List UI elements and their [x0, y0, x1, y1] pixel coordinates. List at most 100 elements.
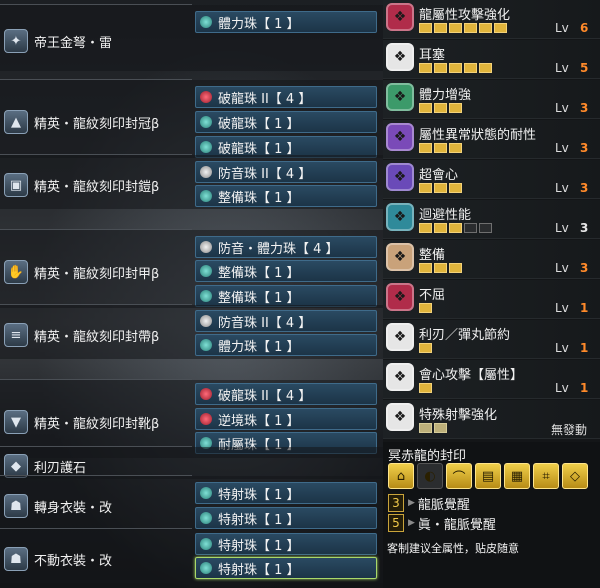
- level-pip: [434, 183, 447, 193]
- skill-name: 迴避性能: [419, 208, 472, 223]
- jewel-icon: [200, 116, 212, 128]
- decoration-slot[interactable]: 整備珠【 1 】: [195, 285, 377, 307]
- jewel-icon: [200, 388, 212, 400]
- row-divider: [0, 475, 192, 476]
- set-pieces: ⌂ ◐ ⌒ ▤ ▦ ⌗ ◇: [388, 463, 591, 489]
- skill-row[interactable]: ❖ 不屈 Lv 1: [383, 280, 600, 319]
- level-pip: [449, 263, 462, 273]
- equipment-item[interactable]: ▼ 精英・龍紋刻印封靴β: [4, 409, 159, 435]
- level-pip: [419, 303, 432, 313]
- level-pip: [464, 223, 477, 233]
- equipment-item[interactable]: ▣ 精英・龍紋刻印封鎧β: [4, 172, 159, 198]
- waist-icon: ≡: [4, 323, 28, 347]
- equipment-item[interactable]: ✋ 精英・龍紋刻印封甲β: [4, 259, 159, 285]
- skill-icon: ❖: [386, 403, 414, 431]
- decoration-slot[interactable]: 特射珠【 1 】: [195, 482, 377, 504]
- skill-row[interactable]: ❖ 特殊射擊強化 無發動: [383, 400, 600, 439]
- skill-level-value: 1: [580, 341, 589, 355]
- decoration-slot[interactable]: 破龍珠【 1 】: [195, 111, 377, 133]
- decoration-slot[interactable]: 整備珠【 1 】: [195, 260, 377, 282]
- set-piece-icon: ◇: [562, 463, 588, 489]
- equipment-name: 帝王金弩・雷: [34, 35, 113, 51]
- equipment-name: 利刃護石: [34, 460, 87, 476]
- set-bonus-count: 5: [388, 514, 404, 532]
- decoration-slot[interactable]: 特射珠【 1 】: [195, 507, 377, 529]
- level-pip: [464, 63, 477, 73]
- level-pip: [434, 103, 447, 113]
- decoration-label: 防音・體力珠【 4 】: [218, 241, 339, 257]
- decoration-slot[interactable]: 體力珠【 1 】: [195, 334, 377, 356]
- set-piece-icon: ⌂: [388, 463, 414, 489]
- skill-name: 龍屬性攻擊強化: [419, 8, 511, 23]
- equipment-item[interactable]: ✦ 帝王金弩・雷: [4, 28, 112, 54]
- skill-row[interactable]: ❖ 超會心 Lv 3: [383, 160, 600, 199]
- decoration-slot[interactable]: 防音珠 II【 4 】: [195, 161, 377, 183]
- skill-icon: ❖: [386, 203, 414, 231]
- level-pip: [419, 383, 432, 393]
- jewel-icon: [200, 315, 212, 327]
- skill-name: 超會心: [419, 168, 459, 183]
- skill-row[interactable]: ❖ 整備 Lv 3: [383, 240, 600, 279]
- decoration-slot[interactable]: 防音珠 II【 4 】: [195, 310, 377, 332]
- skill-level-pips: [419, 383, 434, 393]
- level-pip: [479, 223, 492, 233]
- jewel-icon: [200, 91, 212, 103]
- skill-name: 屬性異常狀態的耐性: [419, 128, 537, 143]
- equipment-item[interactable]: ☗ 不動衣裝・改: [4, 546, 112, 572]
- decoration-label: 體力珠【 1 】: [218, 16, 300, 32]
- skill-level-value: 3: [580, 221, 589, 235]
- skill-icon: ❖: [386, 163, 414, 191]
- skill-row[interactable]: ❖ 屬性異常狀態的耐性 Lv 3: [383, 120, 600, 159]
- level-pip: [479, 23, 492, 33]
- equipment-item[interactable]: ≡ 精英・龍紋刻印封帶β: [4, 322, 159, 348]
- legs-icon: ▼: [4, 410, 28, 434]
- level-pip: [464, 23, 477, 33]
- skill-level-pips: [419, 343, 434, 353]
- skill-level-pips: [419, 303, 434, 313]
- decoration-label: 特射珠【 1 】: [218, 512, 300, 528]
- equipment-item[interactable]: ▲ 精英・龍紋刻印封冠β: [4, 109, 159, 135]
- decoration-slot[interactable]: 防音・體力珠【 4 】: [195, 236, 377, 258]
- level-pip: [419, 343, 432, 353]
- decoration-slot[interactable]: 破龍珠 II【 4 】: [195, 86, 377, 108]
- skill-icon: ❖: [386, 83, 414, 111]
- level-pip: [449, 63, 462, 73]
- decoration-slot[interactable]: 體力珠【 1 】: [195, 11, 377, 33]
- row-divider: [0, 4, 192, 5]
- equipment-name: 精英・龍紋刻印封甲β: [34, 266, 160, 282]
- decoration-slot[interactable]: 破龍珠 II【 4 】: [195, 383, 377, 405]
- row-divider: [0, 528, 192, 529]
- arrow-icon: ▶: [408, 498, 415, 508]
- decoration-label: 破龍珠【 1 】: [218, 141, 300, 157]
- decoration-slot[interactable]: 逆境珠【 1 】: [195, 408, 377, 430]
- decoration-slot-selected[interactable]: 特射珠【 1 】: [195, 557, 377, 579]
- weapon-icon: ✦: [4, 29, 28, 53]
- arrow-icon: ▶: [408, 518, 415, 528]
- skill-row[interactable]: ❖ 會心攻擊【屬性】 Lv 1: [383, 360, 600, 399]
- skill-level-value: 1: [580, 301, 589, 315]
- level-pip: [434, 223, 447, 233]
- skill-row[interactable]: ❖ 利刃／彈丸節約 Lv 1: [383, 320, 600, 359]
- level-pip: [449, 23, 462, 33]
- jewel-icon: [200, 190, 212, 202]
- decoration-slot[interactable]: 整備珠【 1 】: [195, 185, 377, 207]
- skill-level-value: 5: [580, 61, 589, 75]
- level-pip: [434, 23, 447, 33]
- set-bonus-panel: 冥赤龍的封印 ⌂ ◐ ⌒ ▤ ▦ ⌗ ◇ 3 ▶ 龍脈覺醒 5 ▶ 眞・龍脈覺醒 客制建议全…: [383, 442, 600, 588]
- skill-level-pips: [419, 423, 449, 433]
- level-label: Lv: [555, 341, 569, 355]
- set-bonus-item: 5 ▶ 眞・龍脈覺醒: [388, 513, 496, 533]
- skill-row[interactable]: ❖ 龍屬性攻擊強化 Lv 6: [383, 0, 600, 39]
- equipment-item[interactable]: ☗ 轉身衣裝・改: [4, 493, 112, 519]
- set-bonus-name: 眞・龍脈覺醒: [417, 517, 496, 533]
- level-pip: [434, 143, 447, 153]
- skill-row[interactable]: ❖ 耳塞 Lv 5: [383, 40, 600, 79]
- decoration-slot[interactable]: 特射珠【 1 】: [195, 533, 377, 555]
- equipment-name: 精英・龍紋刻印封帶β: [34, 329, 160, 345]
- level-pip: [419, 63, 432, 73]
- level-pip: [419, 223, 432, 233]
- skill-row[interactable]: ❖ 迴避性能 Lv 3: [383, 200, 600, 239]
- skill-level-value: 3: [580, 141, 589, 155]
- skill-row[interactable]: ❖ 體力增強 Lv 3: [383, 80, 600, 119]
- jewel-icon: [200, 290, 212, 302]
